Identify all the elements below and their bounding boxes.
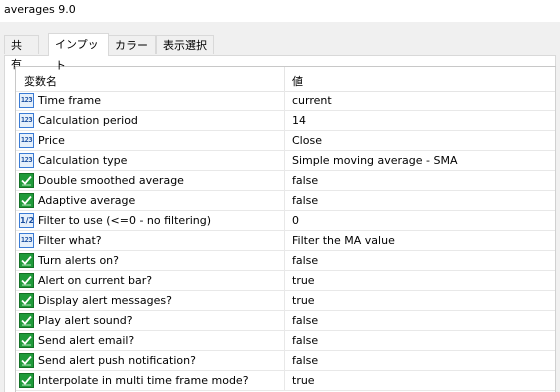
parameter-value[interactable]: 0 bbox=[292, 214, 299, 227]
tab-colors[interactable]: カラー bbox=[108, 35, 156, 54]
table-row[interactable]: 1/2 Filter to use (<=0 - no filtering) 0 bbox=[16, 211, 556, 231]
column-divider bbox=[284, 171, 285, 191]
column-divider bbox=[284, 291, 285, 311]
parameter-value[interactable]: true bbox=[292, 274, 315, 287]
column-header-value[interactable]: 値 bbox=[292, 73, 303, 89]
parameter-value[interactable]: false bbox=[292, 194, 318, 207]
parameter-name: Play alert sound? bbox=[38, 314, 133, 327]
parameter-name: Alert on current bar? bbox=[38, 274, 153, 287]
boolean-type-icon bbox=[19, 333, 34, 348]
parameter-name: Calculation period bbox=[38, 114, 138, 127]
column-divider[interactable] bbox=[284, 67, 285, 91]
table-row[interactable]: Adaptive average false bbox=[16, 191, 556, 211]
column-divider bbox=[284, 151, 285, 171]
parameter-value[interactable]: false bbox=[292, 334, 318, 347]
parameter-value[interactable]: true bbox=[292, 374, 315, 387]
table-row[interactable]: 123 Calculation period 14 bbox=[16, 111, 556, 131]
parameter-value[interactable]: false bbox=[292, 314, 318, 327]
table-row[interactable]: Send alert push notification? false bbox=[16, 351, 556, 371]
parameter-name: Filter to use (<=0 - no filtering) bbox=[38, 214, 212, 227]
integer-type-icon: 123 bbox=[19, 153, 34, 168]
column-divider bbox=[284, 331, 285, 351]
parameter-value[interactable]: false bbox=[292, 254, 318, 267]
parameter-name: Interpolate in multi time frame mode? bbox=[38, 374, 249, 387]
parameter-value[interactable]: Close bbox=[292, 134, 322, 147]
double-type-icon: 1/2 bbox=[19, 213, 34, 228]
boolean-type-icon bbox=[19, 273, 34, 288]
column-divider bbox=[284, 111, 285, 131]
parameter-name: Price bbox=[38, 134, 65, 147]
column-divider bbox=[284, 191, 285, 211]
table-row[interactable]: Display alert messages? true bbox=[16, 291, 556, 311]
column-divider bbox=[284, 271, 285, 291]
table-row[interactable]: 123 Price Close bbox=[16, 131, 556, 151]
column-divider bbox=[284, 131, 285, 151]
parameter-name: Send alert push notification? bbox=[38, 354, 196, 367]
column-divider bbox=[284, 251, 285, 271]
tab-strip: 共有 インプット カラー 表示選択 bbox=[4, 33, 556, 72]
parameter-value[interactable]: false bbox=[292, 174, 318, 187]
column-divider bbox=[284, 91, 285, 111]
boolean-type-icon bbox=[19, 373, 34, 388]
title-bar: averages 9.0 bbox=[0, 0, 560, 22]
parameter-value[interactable]: true bbox=[292, 294, 315, 307]
parameter-name: Display alert messages? bbox=[38, 294, 172, 307]
table-row[interactable]: Play alert sound? false bbox=[16, 311, 556, 331]
table-row[interactable]: Turn alerts on? false bbox=[16, 251, 556, 271]
boolean-type-icon bbox=[19, 313, 34, 328]
parameter-value[interactable]: Simple moving average - SMA bbox=[292, 154, 458, 167]
parameter-name: Time frame bbox=[38, 94, 102, 107]
integer-type-icon: 123 bbox=[19, 113, 34, 128]
column-divider bbox=[284, 231, 285, 251]
boolean-type-icon bbox=[19, 353, 34, 368]
column-divider bbox=[284, 311, 285, 331]
tab-inputs[interactable]: インプット bbox=[48, 33, 109, 72]
parameter-name: Adaptive average bbox=[38, 194, 136, 207]
table-row[interactable]: Send alert email? false bbox=[16, 331, 556, 351]
table-row[interactable]: Alert on current bar? true bbox=[16, 271, 556, 291]
integer-type-icon: 123 bbox=[19, 233, 34, 248]
parameter-name: Calculation type bbox=[38, 154, 128, 167]
tab-visualization[interactable]: 表示選択 bbox=[156, 35, 214, 54]
column-header-name[interactable]: 変数名 bbox=[24, 73, 57, 89]
parameter-name: Double smoothed average bbox=[38, 174, 184, 187]
column-divider bbox=[284, 351, 285, 371]
parameter-value[interactable]: false bbox=[292, 354, 318, 367]
integer-type-icon: 123 bbox=[19, 133, 34, 148]
column-divider bbox=[284, 371, 285, 391]
parameter-value[interactable]: Filter the MA value bbox=[292, 234, 395, 247]
table-row[interactable]: Double smoothed average false bbox=[16, 171, 556, 191]
grid-header: 変数名 値 bbox=[16, 67, 556, 92]
grid-right-edge bbox=[555, 67, 556, 392]
column-divider bbox=[284, 211, 285, 231]
inputs-grid: 変数名 値 123 Time frame current 123 Calculation… bbox=[15, 66, 556, 392]
parameter-value[interactable]: 14 bbox=[292, 114, 306, 127]
boolean-type-icon bbox=[19, 193, 34, 208]
table-row[interactable]: 123 Calculation type Simple moving average… bbox=[16, 151, 556, 171]
table-row[interactable]: Interpolate in multi time frame mode? tru… bbox=[16, 371, 556, 391]
boolean-type-icon bbox=[19, 253, 34, 268]
tab-common[interactable]: 共有 bbox=[4, 35, 39, 71]
boolean-type-icon bbox=[19, 173, 34, 188]
parameter-name: Filter what? bbox=[38, 234, 102, 247]
table-row[interactable]: 123 Filter what? Filter the MA value bbox=[16, 231, 556, 251]
boolean-type-icon bbox=[19, 293, 34, 308]
window-title: averages 9.0 bbox=[4, 3, 76, 16]
table-row[interactable]: 123 Time frame current bbox=[16, 91, 556, 111]
parameter-name: Turn alerts on? bbox=[38, 254, 119, 267]
parameter-value[interactable]: current bbox=[292, 94, 332, 107]
integer-type-icon: 123 bbox=[19, 93, 34, 108]
parameter-name: Send alert email? bbox=[38, 334, 135, 347]
